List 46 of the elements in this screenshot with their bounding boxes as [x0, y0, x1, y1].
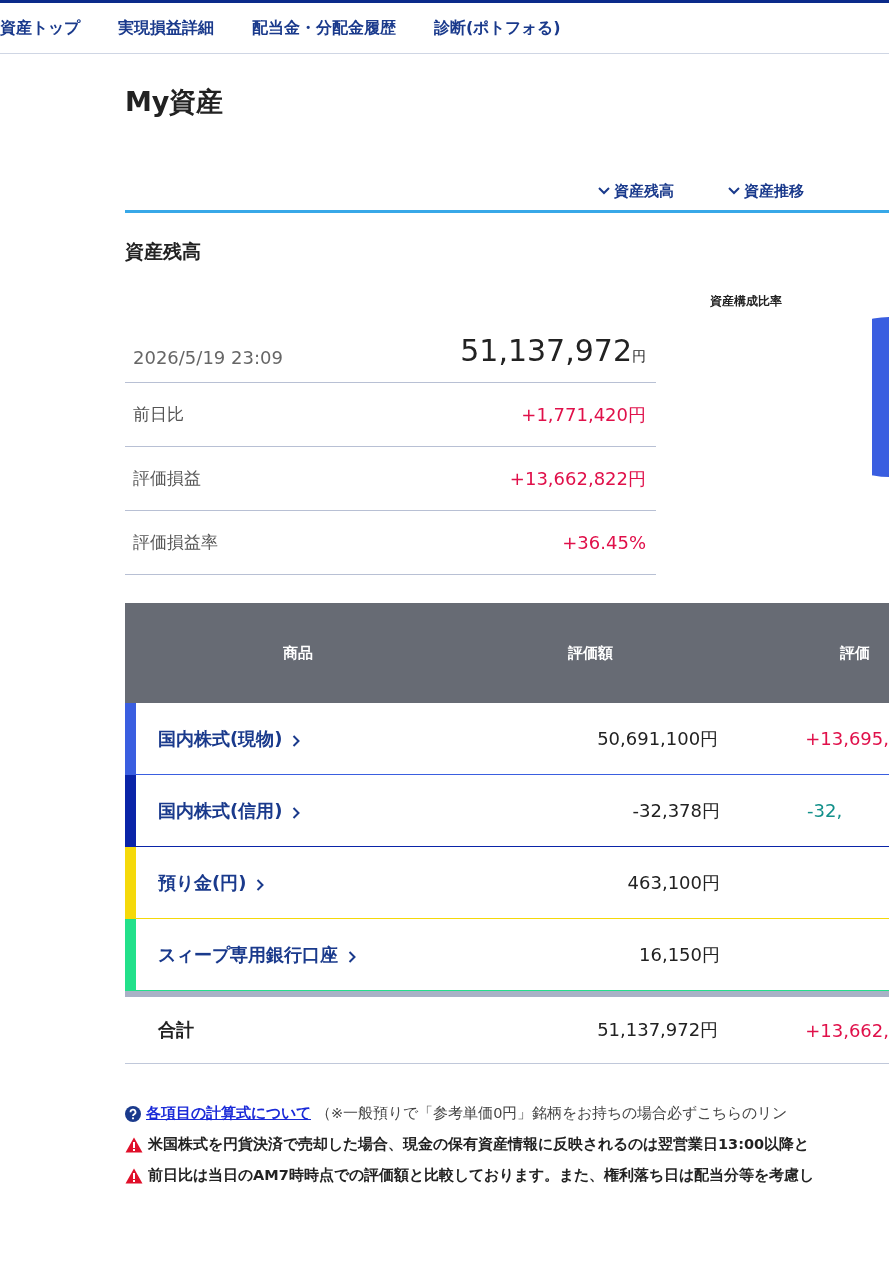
warning-icon	[125, 1167, 143, 1184]
category-link[interactable]: スィープ専用銀行口座	[136, 942, 470, 967]
column-header: 評価	[839, 643, 870, 663]
note-text: 前日比は当日のAM7時時点での評価額と比較しております。また、権利落ち日は配当分等を考慮し	[148, 1166, 814, 1185]
table-cell-text: 50,691,100円	[596, 726, 719, 751]
chart-title: 資産構成比率	[710, 293, 782, 309]
summary-label: 評価損益率	[133, 531, 218, 554]
chevron-right-icon	[292, 734, 301, 747]
nav-link[interactable]: 資産トップ	[0, 17, 80, 39]
column-header: 商品	[281, 643, 314, 663]
warning-icon	[125, 1136, 143, 1153]
table-cell-text: -32,	[806, 800, 843, 821]
summary-label: 評価損益	[133, 467, 201, 490]
total-amount: 51,137,972 円	[460, 333, 646, 368]
category-link[interactable]: 国内株式(現物)	[135, 726, 469, 751]
page-title: My資産	[125, 85, 225, 119]
category-link[interactable]: 預り金(円)	[136, 870, 470, 895]
summary-label: 前日比	[133, 403, 184, 426]
note-text: 米国株式を円貨決済で売却した場合、現金の保有資産情報に反映されるのは翌営業日13:00以降と	[148, 1135, 810, 1154]
total-label: 合計	[157, 1018, 195, 1042]
category-link[interactable]: 国内株式(信用)	[136, 798, 470, 823]
section-title: 資産残高	[125, 239, 202, 264]
chevron-right-icon	[348, 950, 356, 963]
table-cell-text: 463,100円	[626, 870, 720, 895]
note-text: （※一般預りで「参考単価0円」銘柄をお持ちの場合必ずこちらのリン	[316, 1104, 788, 1123]
anchor-link[interactable]: 資産推移	[728, 176, 804, 206]
table-cell-text: -32,378円	[631, 798, 720, 823]
chevron-right-icon	[292, 806, 301, 819]
table-cell-text: 16,150円	[638, 942, 720, 967]
anchor-link[interactable]: 資産残高	[598, 176, 674, 206]
help-icon	[125, 1105, 141, 1122]
chevron-down-icon	[728, 187, 740, 195]
chevron-down-icon	[598, 187, 610, 195]
table-cell-text: 51,137,972円	[596, 1018, 719, 1042]
formula-link[interactable]: 各項目の計算式について	[146, 1104, 311, 1123]
chevron-right-icon	[256, 878, 265, 891]
nav-link[interactable]: 配当金・分配金履歴	[252, 17, 396, 39]
summary-value: +13,662,822円	[509, 466, 646, 491]
summary-value: +36.45%	[562, 532, 646, 553]
nav-link[interactable]: 診断(ポトフォる)	[434, 17, 561, 39]
nav-link[interactable]: 実現損益詳細	[118, 17, 214, 39]
column-header: 評価額	[566, 643, 614, 663]
table-cell-text: +13,695,	[804, 728, 889, 749]
timestamp: 2026/5/19 23:09	[133, 347, 283, 368]
summary-value: +1,771,420円	[521, 402, 646, 427]
table-cell-text: +13,662,	[804, 1019, 889, 1041]
